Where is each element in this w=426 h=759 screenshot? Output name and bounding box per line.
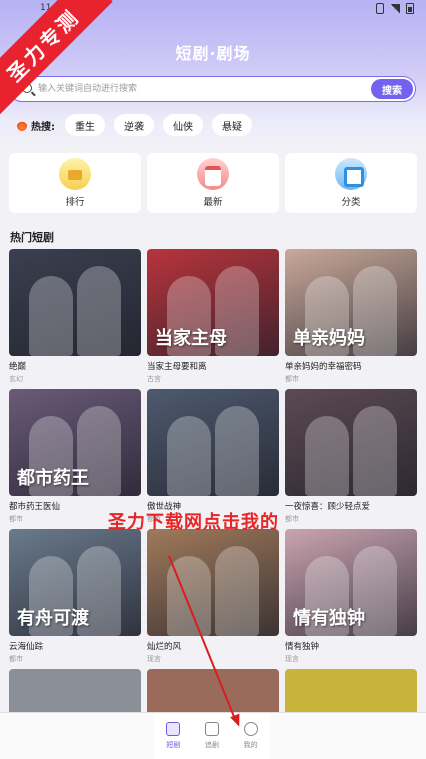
poster-title-art: 情有独钟 [293, 608, 365, 629]
drama-poster[interactable] [285, 389, 417, 496]
hot-tag[interactable]: 仙侠 [163, 114, 203, 136]
nav-label: 我的 [243, 741, 258, 749]
drama-card[interactable]: 一夜惊喜：顾少轻点爱 都市 [285, 389, 417, 529]
hot-tag[interactable]: 悬疑 [212, 114, 252, 136]
drama-poster[interactable]: 单亲妈妈 [285, 249, 417, 356]
poster-title-art: 都市药王 [17, 468, 89, 489]
poster-title-art: 有舟可渡 [17, 608, 89, 629]
nav-label: 追剧 [205, 741, 219, 749]
drama-grid: 绝巅 玄幻 当家主母 当家主母要和离 古言 单亲妈妈 单亲妈妈的幸福密码 都市 都市药王 都市药王… [9, 249, 417, 669]
hot-tag[interactable]: 重生 [65, 114, 105, 136]
search-button[interactable]: 搜索 [371, 79, 413, 99]
category-row: 排行 最新 分类 [9, 153, 417, 213]
fire-icon [17, 119, 27, 131]
drama-genre: 古言 [147, 375, 161, 383]
calendar-icon [197, 158, 229, 190]
poster-figure [29, 276, 73, 356]
search-input[interactable] [38, 80, 338, 98]
drama-card[interactable]: 当家主母当家主母要和离 古言 [147, 249, 279, 389]
poster-figure [215, 546, 259, 636]
vibrate-icon [376, 3, 384, 14]
drama-poster[interactable]: 都市药王 [9, 389, 141, 496]
poster-figure [215, 406, 259, 496]
watermark-text: 圣力下载网点击我的 [108, 512, 279, 533]
category-icon [335, 158, 367, 190]
nav-item-follow[interactable]: 追剧 [193, 713, 232, 759]
drama-genre: 现言 [285, 655, 299, 663]
latest-card[interactable]: 最新 [147, 153, 279, 213]
poster-figure [77, 266, 121, 356]
section-title: 热门短剧 [10, 231, 54, 244]
drama-card[interactable]: 有舟可渡云海仙踪都市 [9, 529, 141, 669]
ranking-label: 排行 [65, 197, 85, 208]
drama-card[interactable]: 单亲妈妈单亲妈妈的幸福密码 都市 [285, 249, 417, 389]
nav-item-drama[interactable]: 短剧 [154, 713, 193, 759]
drama-poster[interactable] [147, 529, 279, 636]
drama-title: 情有独钟 [285, 642, 320, 652]
drama-poster[interactable] [147, 389, 279, 496]
drama-title: 单亲妈妈的幸福密码 [285, 362, 362, 372]
drama-poster[interactable]: 有舟可渡 [9, 529, 141, 636]
drama-title: 一夜惊喜：顾少轻点爱 [285, 502, 371, 512]
hot-tag[interactable]: 逆袭 [114, 114, 154, 136]
drama-title: 绝巅 [9, 362, 27, 372]
nav-label: 短剧 [166, 741, 181, 749]
tv-icon [205, 722, 219, 736]
latest-label: 最新 [203, 197, 223, 208]
signal-icon [390, 4, 400, 13]
home-icon [166, 722, 181, 736]
drama-genre: 都市 [285, 515, 299, 523]
drama-poster[interactable]: 情有独钟 [285, 529, 417, 636]
hot-search-label: 热搜: [31, 121, 55, 133]
profile-icon [243, 722, 258, 736]
drama-card[interactable]: 绝巅 玄幻 [9, 249, 141, 389]
ranking-card[interactable]: 排行 [9, 153, 141, 213]
drama-card[interactable]: 灿烂的风 现言 [147, 529, 279, 669]
hot-search-row: 热搜: 重生 逆袭 仙侠 悬疑 [17, 114, 261, 136]
category-card[interactable]: 分类 [285, 153, 417, 213]
bottom-nav: 短剧 追剧 我的 [0, 712, 426, 759]
drama-poster[interactable]: 当家主母 [147, 249, 279, 356]
battery-icon [406, 3, 414, 14]
drama-title: 当家主母要和离 [147, 362, 207, 372]
drama-genre: 都市 [9, 655, 23, 663]
drama-title: 云海仙踪 [9, 642, 44, 652]
poster-title-art: 当家主母 [155, 328, 227, 349]
poster-figure [353, 406, 397, 496]
search-bar[interactable]: 搜索 [9, 76, 416, 102]
status-icons [376, 3, 414, 14]
poster-figure [167, 416, 211, 496]
category-label: 分类 [341, 197, 361, 208]
poster-figure [305, 416, 349, 496]
drama-title: 灿烂的风 [147, 642, 182, 652]
drama-genre: 玄幻 [9, 375, 23, 383]
drama-poster[interactable] [9, 249, 141, 356]
bottom-nav-inner: 短剧 追剧 我的 [154, 713, 270, 759]
drama-genre: 都市 [285, 375, 299, 383]
ranking-icon [59, 158, 91, 190]
drama-card[interactable]: 情有独钟 情有独钟 现言 [285, 529, 417, 669]
poster-title-art: 单亲妈妈 [293, 328, 365, 349]
